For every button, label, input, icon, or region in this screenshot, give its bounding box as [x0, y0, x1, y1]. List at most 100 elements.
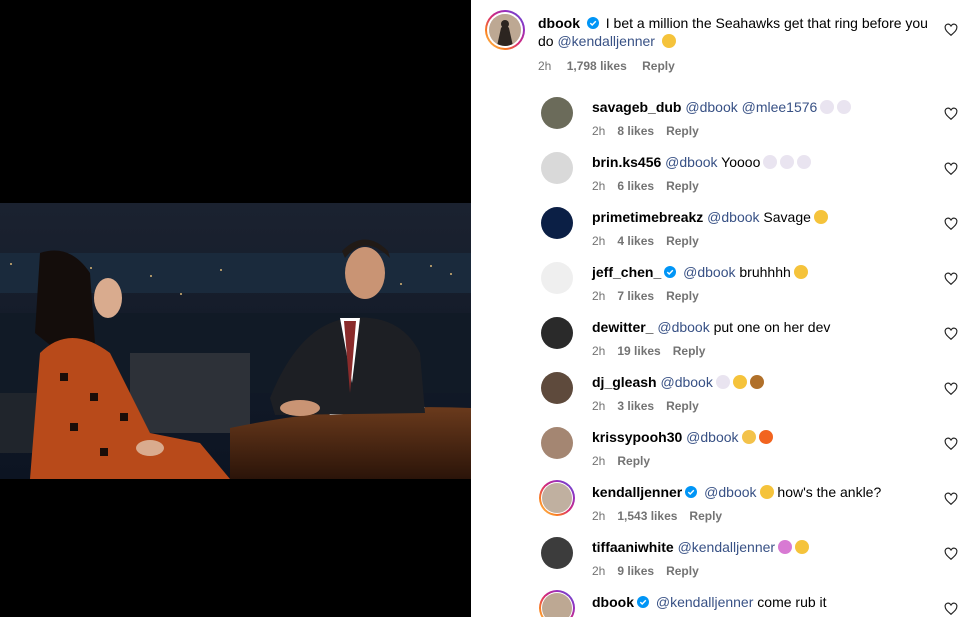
heart-icon[interactable]: [944, 602, 958, 616]
likes-count[interactable]: 1,543 likes: [617, 509, 677, 523]
avatar[interactable]: [541, 427, 573, 459]
mention-link[interactable]: @kendalljenner: [678, 539, 776, 555]
talk-show-scene: [0, 203, 471, 479]
mention-link[interactable]: @dbook: [657, 319, 709, 335]
mention-link[interactable]: @kendalljenner: [557, 33, 655, 49]
reply-meta: 2h 1,543 likes Reply: [592, 509, 734, 523]
likes-count[interactable]: 3 likes: [617, 399, 654, 413]
skull-emoji: [780, 155, 795, 169]
reply-button[interactable]: Reply: [666, 564, 699, 578]
likes-count[interactable]: 9 likes: [617, 564, 654, 578]
username[interactable]: dj_gleash: [592, 374, 657, 390]
username[interactable]: dewitter_: [592, 319, 653, 335]
likes-count[interactable]: 4 likes: [617, 234, 654, 248]
likes-count[interactable]: 7 likes: [617, 289, 654, 303]
reply-button[interactable]: Reply: [689, 509, 722, 523]
reply-button[interactable]: Reply: [666, 234, 699, 248]
avatar[interactable]: [541, 372, 573, 404]
avatar-story-ring[interactable]: [485, 10, 525, 50]
verified-badge-icon: [637, 596, 649, 608]
reply-text-line: krissypooh30 @dbook: [592, 428, 773, 446]
mention-link[interactable]: @dbook: [665, 154, 717, 170]
post-comment: dbook I bet a million the Seahawks get t…: [471, 0, 967, 80]
heart-icon[interactable]: [944, 382, 958, 396]
reply-text-line: primetimebreakz @dbook Savage: [592, 208, 828, 226]
avatar-story-ring[interactable]: [539, 590, 575, 617]
username[interactable]: jeff_chen_: [592, 264, 661, 280]
avatar[interactable]: [541, 537, 573, 569]
username[interactable]: dbook: [538, 15, 580, 31]
heart-icon[interactable]: [944, 23, 958, 37]
mention-link[interactable]: @dbook: [660, 374, 712, 390]
likes-count[interactable]: 8 likes: [617, 124, 654, 138]
reply-time: 2h: [592, 509, 606, 523]
reply-button[interactable]: Reply: [617, 454, 650, 468]
reply-item: kendalljenner @dbook how's the ankle? 2h 1…: [471, 480, 967, 535]
reply-item: krissypooh30 @dbook 2h Reply: [471, 425, 967, 480]
reply-meta: 2h 8 likes Reply: [592, 124, 711, 138]
mention-link[interactable]: @dbook @mlee1576: [685, 99, 817, 115]
comment-meta: 2h 1,798 likes Reply: [538, 59, 687, 73]
reply-time: 2h: [592, 289, 606, 303]
username[interactable]: dbook: [592, 594, 634, 610]
heart-icon[interactable]: [944, 162, 958, 176]
reply-button[interactable]: Reply: [666, 289, 699, 303]
avatar-story-ring[interactable]: [539, 480, 575, 516]
reply-item: dj_gleash @dbook 2h 3 likes Reply: [471, 370, 967, 425]
heart-icon[interactable]: [944, 217, 958, 231]
reply-text-line: dj_gleash @dbook: [592, 373, 764, 391]
reply-text-line: brin.ks456 @dbook Yoooo: [592, 153, 812, 171]
reply-button[interactable]: Reply: [673, 344, 706, 358]
laughing-emoji: [795, 540, 810, 554]
heart-icon[interactable]: [944, 437, 958, 451]
reply-meta: 2h 3 likes Reply: [592, 399, 711, 413]
heart-icon[interactable]: [944, 272, 958, 286]
reply-meta: 2h 9 likes Reply: [592, 564, 711, 578]
heart-icon[interactable]: [944, 547, 958, 561]
goat-emoji: [749, 375, 764, 389]
video-frame[interactable]: [0, 203, 471, 479]
likes-count[interactable]: 1,798 likes: [567, 59, 627, 73]
mention-link[interactable]: @dbook: [707, 209, 759, 225]
avatar[interactable]: [541, 152, 573, 184]
heart-icon[interactable]: [944, 492, 958, 506]
verified-badge-icon: [586, 17, 599, 29]
reply-button[interactable]: Reply: [666, 179, 699, 193]
username[interactable]: krissypooh30: [592, 429, 682, 445]
avatar[interactable]: [541, 207, 573, 239]
username[interactable]: brin.ks456: [592, 154, 661, 170]
comment-text: I bet a million the Seahawks get that ri…: [605, 15, 928, 31]
avatar[interactable]: [541, 317, 573, 349]
reply-text: bruhhhh: [735, 264, 791, 280]
reply-meta: 2h Reply: [592, 454, 662, 468]
reply-button[interactable]: Reply: [666, 399, 699, 413]
avatar: [542, 483, 572, 513]
reply-item: primetimebreakz @dbook Savage 2h 4 likes Re…: [471, 205, 967, 260]
username[interactable]: kendalljenner: [592, 484, 682, 500]
comment-line-2: do @kendalljenner: [538, 32, 676, 50]
avatar[interactable]: [541, 262, 573, 294]
reply-button[interactable]: Reply: [642, 59, 675, 73]
heart-icon[interactable]: [944, 107, 958, 121]
post-media[interactable]: [0, 0, 471, 617]
reply-text: Yoooo: [717, 154, 761, 170]
mention-link[interactable]: @dbook: [686, 429, 738, 445]
comments-panel[interactable]: dbook I bet a million the Seahawks get t…: [471, 0, 967, 617]
reply-time: 2h: [592, 234, 606, 248]
avatar[interactable]: [541, 97, 573, 129]
mention-link[interactable]: @dbook: [679, 264, 735, 280]
scream-emoji: [778, 540, 793, 554]
reply-text-line: dbook @kendalljenner come rub it: [592, 593, 827, 611]
username[interactable]: primetimebreakz: [592, 209, 703, 225]
username[interactable]: tiffaaniwhite: [592, 539, 674, 555]
likes-count[interactable]: 19 likes: [617, 344, 660, 358]
reply-text-line: jeff_chen_ @dbook bruhhhh: [592, 263, 808, 281]
reply-button[interactable]: Reply: [666, 124, 699, 138]
avatar: [489, 14, 521, 46]
likes-count[interactable]: 6 likes: [617, 179, 654, 193]
username[interactable]: savageb_dub: [592, 99, 681, 115]
reply-text: put one on her dev: [709, 319, 831, 335]
mention-link[interactable]: @dbook: [700, 484, 756, 500]
heart-icon[interactable]: [944, 327, 958, 341]
mention-link[interactable]: @kendalljenner: [652, 594, 754, 610]
